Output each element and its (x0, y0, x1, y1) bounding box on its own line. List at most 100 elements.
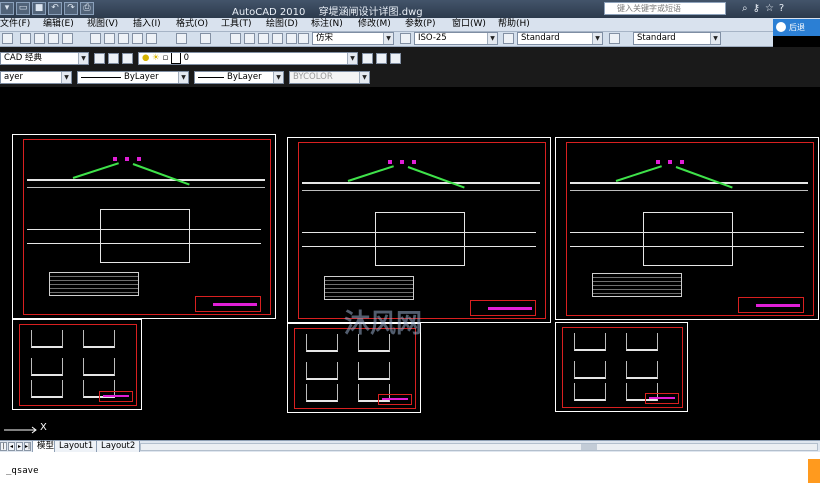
undo-icon[interactable] (176, 33, 187, 44)
make-current-icon[interactable] (362, 53, 373, 64)
marker (656, 160, 660, 164)
properties-icon[interactable] (286, 33, 297, 44)
cloud-icon (776, 22, 786, 32)
menu-window[interactable]: 窗口(W) (452, 18, 486, 31)
menu-draw[interactable]: 绘图(D) (266, 18, 298, 31)
save-icon[interactable]: ■ (32, 2, 46, 15)
scrollbar-thumb[interactable] (581, 444, 597, 450)
section-detail (83, 330, 115, 348)
layer-manager-icon[interactable] (122, 53, 133, 64)
pan-icon[interactable] (230, 33, 241, 44)
gear-icon[interactable] (108, 53, 119, 64)
publish-icon[interactable] (48, 33, 59, 44)
section-detail (83, 358, 115, 376)
data-table (324, 276, 414, 300)
layer-states-icon[interactable] (390, 53, 401, 64)
menu-file[interactable]: 文件(F) (0, 18, 30, 31)
data-table (592, 273, 682, 297)
first-tab-icon[interactable]: |◂ (0, 442, 7, 457)
menu-format[interactable]: 格式(O) (176, 18, 208, 31)
profile-line (302, 182, 540, 184)
print-icon[interactable] (20, 33, 31, 44)
marker (137, 157, 141, 161)
multileader-style-icon[interactable] (609, 33, 620, 44)
copy-icon[interactable] (104, 33, 115, 44)
data-table (49, 272, 139, 296)
match-properties-icon[interactable] (132, 33, 143, 44)
command-line[interactable]: _qsave (0, 452, 820, 483)
menu-view[interactable]: 视图(V) (87, 18, 118, 31)
dim-style-select[interactable]: ISO-25 ▼ (414, 32, 498, 45)
menu-parametric[interactable]: 参数(P) (405, 18, 435, 31)
section-detail (626, 333, 658, 351)
block-editor-icon[interactable] (146, 33, 157, 44)
layer-select[interactable]: ● ☀ ▫ ■ 0 ▼ (138, 52, 358, 65)
multileader-style-value: Standard (637, 33, 676, 43)
title-bar-mark (103, 395, 129, 397)
undo-icon[interactable]: ↶ (48, 2, 62, 15)
linetype-select[interactable]: ByLayer ▼ (77, 71, 189, 84)
3d-publish-icon[interactable] (62, 33, 73, 44)
horizontal-scrollbar[interactable] (140, 443, 818, 451)
back-button[interactable]: 后退 (773, 19, 820, 36)
zoom-previous-icon[interactable] (272, 33, 283, 44)
dim-style-icon[interactable] (400, 33, 411, 44)
chevron-down-icon: ▼ (273, 72, 283, 83)
profile-ground (570, 190, 808, 191)
color-select[interactable]: ayer ▼ (0, 71, 72, 84)
menu-edit[interactable]: 编辑(E) (43, 18, 74, 31)
menu-insert[interactable]: 插入(I) (133, 18, 161, 31)
cut-icon[interactable] (90, 33, 101, 44)
multileader-style-select[interactable]: Standard ▼ (633, 32, 721, 45)
standard-toolbar: 仿宋 ▼ ISO-25 ▼ Standard ▼ Standard ▼ (0, 32, 773, 47)
section-detail (626, 361, 658, 379)
zoom-window-icon[interactable] (258, 33, 269, 44)
search-input[interactable]: 键入关键字或短语 (604, 2, 726, 15)
key-icon[interactable]: ⚷ (753, 2, 760, 15)
table-style-select[interactable]: Standard ▼ (517, 32, 603, 45)
drawing-canvas[interactable]: 沐风网 X (0, 89, 820, 440)
last-tab-icon[interactable]: ▸| (24, 442, 31, 451)
table-style-icon[interactable] (503, 33, 514, 44)
search-icon[interactable]: ⌕ (742, 2, 748, 15)
sun-icon: ☀ (152, 53, 160, 63)
prev-tab-icon[interactable]: ◂ (8, 442, 15, 451)
plot-icon[interactable]: ⎙ (80, 2, 94, 15)
properties-toolbar: ayer ▼ ByLayer ▼ ByLayer ▼ BYCOLOR ▼ (0, 69, 820, 87)
menu-help[interactable]: 帮助(H) (498, 18, 530, 31)
paste-icon[interactable] (118, 33, 129, 44)
star-icon[interactable]: ☆ (765, 2, 774, 15)
redo-icon[interactable]: ↷ (64, 2, 78, 15)
quick-access-toolbar: ▾ ▭ ■ ↶ ↷ ⎙ (0, 2, 94, 16)
text-style-select[interactable]: 仿宋 ▼ (312, 32, 394, 45)
section-detail (574, 361, 606, 379)
zoom-realtime-icon[interactable] (244, 33, 255, 44)
profile-ground (27, 187, 265, 188)
workspace-settings-icon[interactable] (94, 53, 105, 64)
menu-dimension[interactable]: 标注(N) (311, 18, 343, 31)
section-detail (358, 362, 390, 380)
save-icon[interactable] (2, 33, 13, 44)
watermark: 沐风网 (344, 309, 423, 339)
menu-modify[interactable]: 修改(M) (358, 18, 391, 31)
layer-previous-icon[interactable] (376, 53, 387, 64)
text-style-icon[interactable] (298, 33, 309, 44)
open-icon[interactable]: ▭ (16, 2, 30, 15)
chevron-down-icon: ▼ (61, 72, 71, 83)
plan-box (100, 209, 190, 263)
preview-icon[interactable] (34, 33, 45, 44)
menu-bar: 文件(F) 编辑(E) 视图(V) 插入(I) 格式(O) 工具(T) 绘图(D… (0, 18, 820, 32)
redo-icon[interactable] (200, 33, 211, 44)
profile-line (570, 182, 808, 184)
window-title: AutoCAD 2010 穿堤涵闸设计详图.dwg (232, 3, 532, 18)
marker (668, 160, 672, 164)
next-tab-icon[interactable]: ▸ (16, 442, 23, 451)
drawing-sheet (287, 137, 551, 323)
workspace-select[interactable]: CAD 经典 ▼ (0, 52, 89, 65)
marker (680, 160, 684, 164)
menu-icon[interactable]: ▾ (0, 2, 14, 15)
profile-line (27, 179, 265, 181)
menu-tools[interactable]: 工具(T) (221, 18, 252, 31)
help-icon[interactable]: ? (779, 2, 784, 15)
lineweight-select[interactable]: ByLayer ▼ (194, 71, 284, 84)
